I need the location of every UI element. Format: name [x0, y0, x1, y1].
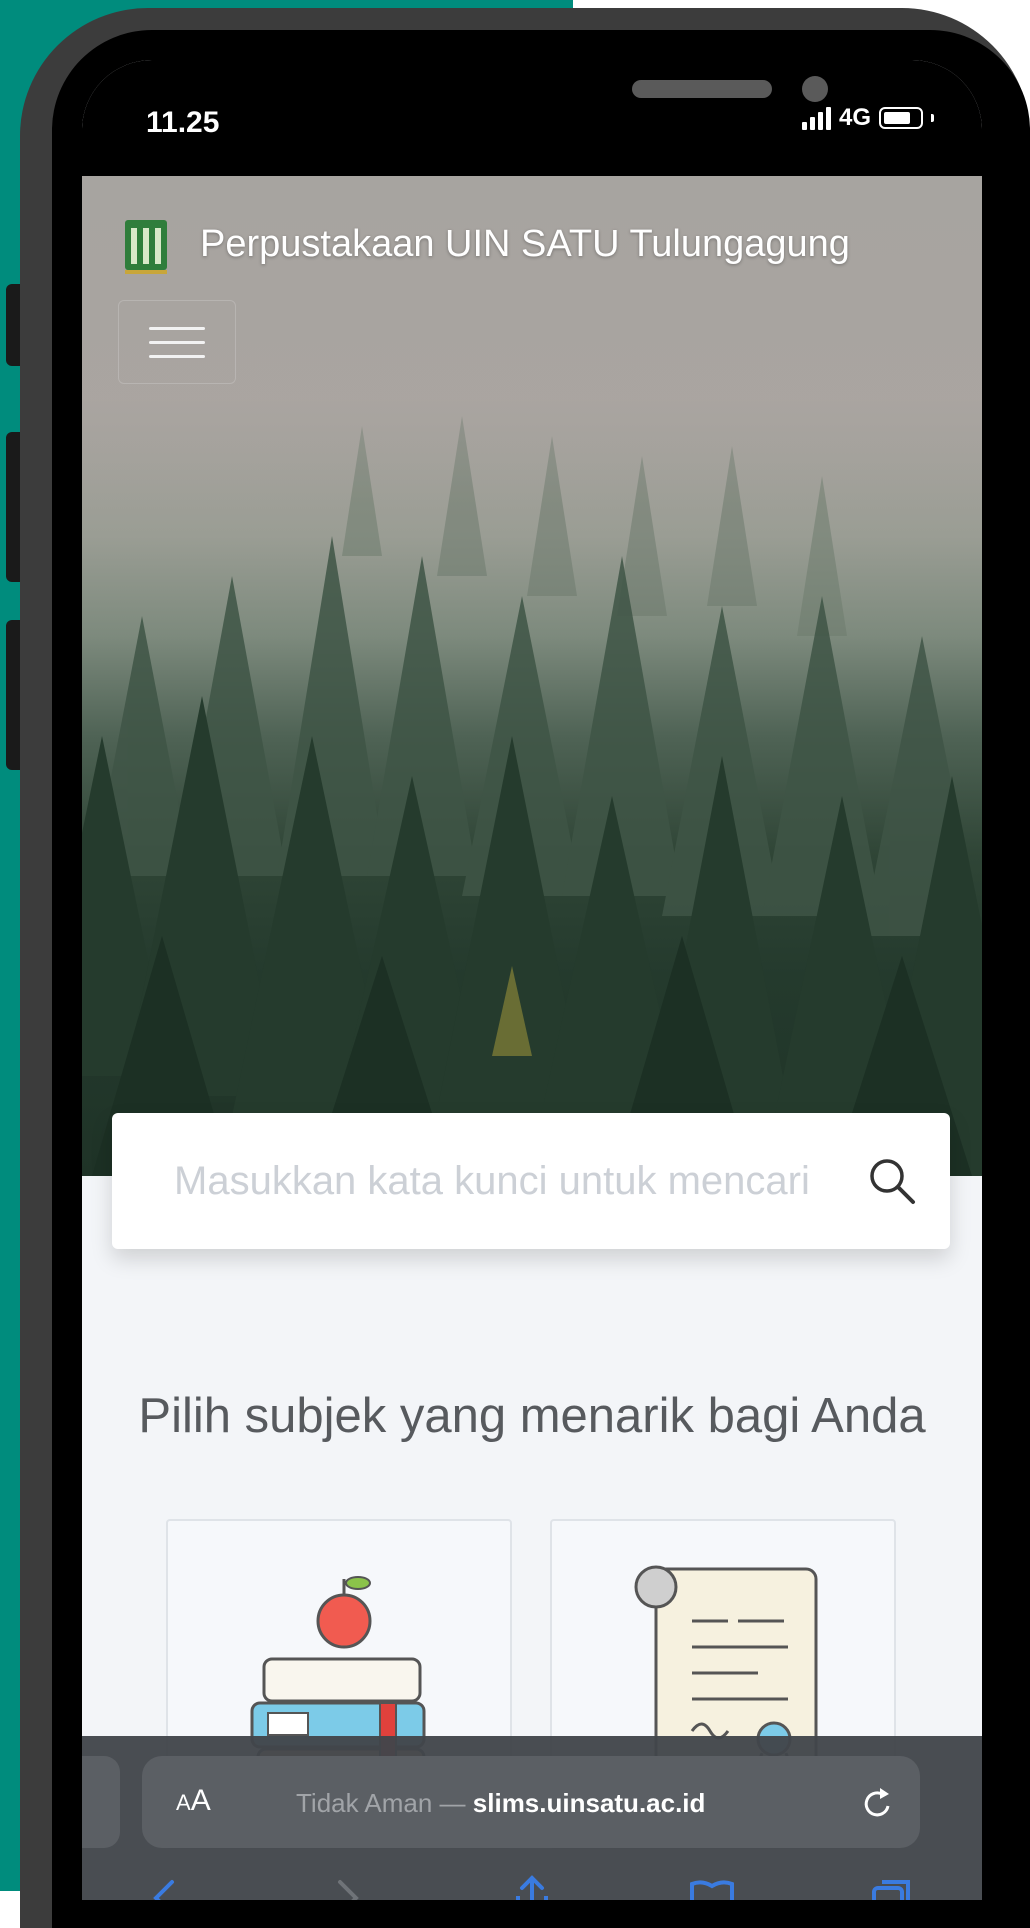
- battery-tip: [931, 114, 934, 122]
- status-bar: 11.25 4G: [82, 60, 982, 176]
- phone-screen: 11.25 4G Perpustakaan UIN SATU Tulungagu…: [82, 60, 982, 1900]
- library-logo-icon[interactable]: [122, 212, 170, 276]
- front-camera: [802, 76, 828, 102]
- tabs-icon[interactable]: [868, 1874, 916, 1900]
- back-arrow-icon[interactable]: [142, 1874, 190, 1900]
- bookmarks-icon[interactable]: [688, 1874, 736, 1900]
- reload-icon[interactable]: [858, 1784, 898, 1824]
- status-time: 11.25: [146, 106, 220, 139]
- site-header: Perpustakaan UIN SATU Tulungagung: [122, 212, 850, 276]
- search-input[interactable]: [112, 1113, 852, 1249]
- search-box: [112, 1113, 950, 1249]
- speaker-grille: [632, 80, 772, 98]
- browser-toolbar: [82, 1866, 982, 1900]
- browser-bottom-bar: AA Tidak Aman — slims.uinsatu.ac.id: [82, 1736, 982, 1900]
- share-icon[interactable]: [508, 1874, 556, 1900]
- address-bar[interactable]: AA Tidak Aman — slims.uinsatu.ac.id: [142, 1756, 920, 1848]
- url-domain: slims.uinsatu.ac.id: [472, 1788, 706, 1818]
- notch: [282, 60, 828, 142]
- security-label: Tidak Aman —: [296, 1788, 466, 1818]
- forward-arrow-icon[interactable]: [322, 1874, 370, 1900]
- search-icon[interactable]: [864, 1153, 920, 1209]
- reader-options-button[interactable]: AA: [176, 1784, 211, 1818]
- status-indicators: 4G: [801, 104, 934, 132]
- network-type: 4G: [838, 104, 871, 131]
- signal-icon: [801, 106, 831, 130]
- hamburger-menu-icon: [149, 327, 205, 330]
- battery-icon: [879, 107, 923, 129]
- previous-tab-preview[interactable]: [82, 1756, 120, 1848]
- site-title[interactable]: Perpustakaan UIN SATU Tulungagung: [200, 223, 850, 266]
- url-display[interactable]: Tidak Aman — slims.uinsatu.ac.id: [296, 1788, 705, 1819]
- hamburger-menu-button[interactable]: [118, 300, 236, 384]
- hero-forest-banner: Perpustakaan UIN SATU Tulungagung: [82, 176, 982, 1176]
- subject-section-heading: Pilih subjek yang menarik bagi Anda: [138, 1389, 926, 1443]
